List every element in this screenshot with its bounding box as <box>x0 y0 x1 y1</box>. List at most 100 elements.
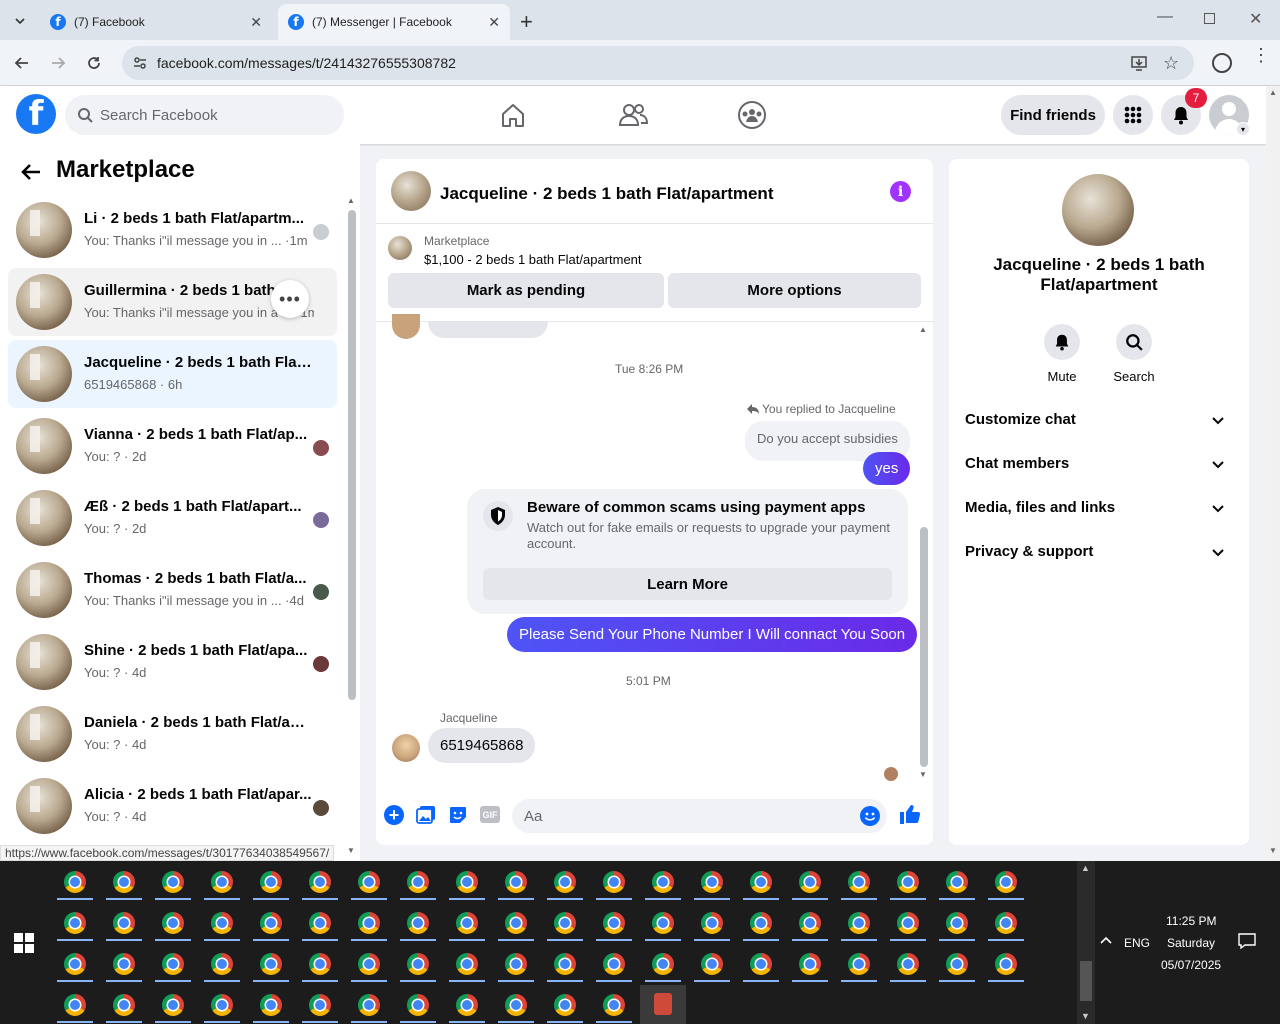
chrome-taskbar-icon[interactable] <box>505 953 527 975</box>
chrome-taskbar-icon[interactable] <box>799 953 821 975</box>
restore-button[interactable] <box>1204 13 1215 24</box>
bookmark-star-icon[interactable]: ☆ <box>1163 53 1179 74</box>
chrome-taskbar-icon[interactable] <box>456 871 478 893</box>
conversation-item[interactable]: Li · 2 beds 1 bath Flat/apartm... You: Th… <box>8 196 337 264</box>
chrome-taskbar-icon[interactable] <box>995 871 1017 893</box>
chrome-taskbar-icon[interactable] <box>309 871 331 893</box>
chrome-taskbar-icon[interactable] <box>358 871 380 893</box>
chrome-taskbar-icon[interactable] <box>897 871 919 893</box>
windows-start-icon[interactable] <box>14 933 34 953</box>
scroll-down-arrow-icon[interactable]: ▼ <box>1269 846 1277 855</box>
clock-time[interactable]: 11:25 PM <box>1166 914 1216 928</box>
chrome-taskbar-icon[interactable] <box>603 994 625 1016</box>
like-thumb-icon[interactable] <box>899 803 921 830</box>
chrome-taskbar-icon[interactable] <box>260 871 282 893</box>
chrome-taskbar-icon[interactable] <box>701 953 723 975</box>
find-friends-button[interactable]: Find friends <box>1001 95 1105 135</box>
chrome-taskbar-icon[interactable] <box>946 953 968 975</box>
media-files-links-section[interactable]: Media, files and links <box>965 499 1233 523</box>
chrome-taskbar-icon[interactable] <box>603 871 625 893</box>
gif-icon[interactable]: GIF <box>480 806 500 823</box>
chrome-taskbar-icon[interactable] <box>260 912 282 934</box>
chrome-taskbar-icon[interactable] <box>554 912 576 934</box>
page-scrollbar[interactable]: ▲ ▼ <box>1266 86 1280 861</box>
chrome-taskbar-icon[interactable] <box>701 912 723 934</box>
chat-members-section[interactable]: Chat members <box>965 455 1233 479</box>
chrome-taskbar-icon[interactable] <box>358 994 380 1016</box>
show-hidden-icons[interactable] <box>1100 934 1112 948</box>
groups-nav-icon[interactable] <box>737 100 767 135</box>
add-more-icon[interactable]: + <box>384 805 404 825</box>
chrome-taskbar-icon[interactable] <box>799 912 821 934</box>
minimize-button[interactable]: — <box>1157 8 1173 26</box>
taskbar-scroll-thumb[interactable] <box>1080 961 1092 1001</box>
scroll-up-arrow-icon[interactable]: ▲ <box>1081 863 1090 873</box>
chat-title[interactable]: Jacqueline · 2 beds 1 bath Flat/apartmen… <box>440 184 773 204</box>
sender-avatar[interactable] <box>392 734 420 762</box>
chrome-taskbar-icon[interactable] <box>701 871 723 893</box>
chrome-taskbar-icon[interactable] <box>554 953 576 975</box>
chrome-taskbar-icon[interactable] <box>505 994 527 1016</box>
chrome-taskbar-icon[interactable] <box>946 912 968 934</box>
attach-photo-icon[interactable] <box>416 805 436 830</box>
message-input[interactable]: Aa <box>512 799 887 833</box>
conversation-item[interactable]: Æß · 2 beds 1 bath Flat/apart... You: ? ·… <box>8 484 337 552</box>
conversation-item[interactable]: Daniela · 2 beds 1 bath Flat/apar... You:… <box>8 700 337 768</box>
chrome-taskbar-icon[interactable] <box>162 953 184 975</box>
reload-button[interactable] <box>83 52 105 74</box>
conversation-options-button[interactable]: ••• <box>271 280 309 318</box>
tab-facebook[interactable]: f (7) Facebook ✕ <box>40 4 272 40</box>
clock-date[interactable]: 05/07/2025 <box>1161 958 1221 972</box>
chrome-taskbar-icon[interactable] <box>652 953 674 975</box>
conversation-item[interactable]: Thomas · 2 beds 1 bath Flat/a... You: Tha… <box>8 556 337 624</box>
learn-more-button[interactable]: Learn More <box>483 568 892 600</box>
chrome-taskbar-icon[interactable] <box>211 912 233 934</box>
chrome-taskbar-icon[interactable] <box>750 953 772 975</box>
chat-avatar[interactable] <box>391 171 431 211</box>
conversation-list-scrollbar[interactable] <box>348 210 356 700</box>
url-omnibox[interactable]: facebook.com/messages/t/2414327655530878… <box>122 46 1194 80</box>
chrome-taskbar-icon[interactable] <box>211 994 233 1016</box>
chrome-taskbar-icon[interactable] <box>407 953 429 975</box>
install-app-icon[interactable] <box>1130 54 1148 77</box>
chrome-taskbar-icon[interactable] <box>113 871 135 893</box>
chrome-taskbar-icon[interactable] <box>113 994 135 1016</box>
chrome-taskbar-icon[interactable] <box>358 953 380 975</box>
chrome-taskbar-icon[interactable] <box>848 871 870 893</box>
profile-icon[interactable] <box>1212 53 1232 73</box>
clock-day[interactable]: Saturday <box>1167 936 1215 950</box>
chrome-taskbar-icon[interactable] <box>309 994 331 1016</box>
mute-button[interactable]: Mute <box>1032 324 1092 384</box>
chat-scrollbar[interactable] <box>920 527 928 767</box>
chrome-taskbar-icon[interactable] <box>358 912 380 934</box>
close-tab-icon[interactable]: ✕ <box>250 14 262 31</box>
chrome-taskbar-icon[interactable] <box>554 871 576 893</box>
chrome-taskbar-icon[interactable] <box>309 953 331 975</box>
chrome-taskbar-icon[interactable] <box>407 912 429 934</box>
tab-search-button[interactable] <box>8 9 32 33</box>
chrome-taskbar-icon[interactable] <box>64 994 86 1016</box>
mark-as-pending-button[interactable]: Mark as pending <box>388 273 664 308</box>
chrome-taskbar-icon[interactable] <box>995 953 1017 975</box>
chrome-taskbar-icon[interactable] <box>848 953 870 975</box>
sender-avatar[interactable] <box>392 314 420 339</box>
chrome-taskbar-icon[interactable] <box>603 912 625 934</box>
chrome-taskbar-icon[interactable] <box>848 912 870 934</box>
chrome-taskbar-icon[interactable] <box>64 912 86 934</box>
chrome-taskbar-icon[interactable] <box>162 871 184 893</box>
home-nav-icon[interactable] <box>499 101 527 134</box>
sent-message-bubble[interactable]: yes <box>863 452 911 485</box>
customize-chat-section[interactable]: Customize chat <box>965 411 1233 435</box>
chrome-taskbar-icon[interactable] <box>897 912 919 934</box>
listing-thumbnail[interactable] <box>388 236 412 260</box>
chrome-taskbar-icon[interactable] <box>309 912 331 934</box>
listing-title[interactable]: $1,100 - 2 beds 1 bath Flat/apartment <box>424 252 642 267</box>
chrome-taskbar-icon[interactable] <box>554 994 576 1016</box>
contact-avatar[interactable] <box>1062 174 1134 246</box>
chrome-taskbar-icon[interactable] <box>897 953 919 975</box>
site-info-icon[interactable] <box>132 55 148 76</box>
chrome-taskbar-icon[interactable] <box>456 953 478 975</box>
chrome-taskbar-icon[interactable] <box>995 912 1017 934</box>
chrome-taskbar-icon[interactable] <box>603 953 625 975</box>
chrome-taskbar-icon[interactable] <box>260 953 282 975</box>
